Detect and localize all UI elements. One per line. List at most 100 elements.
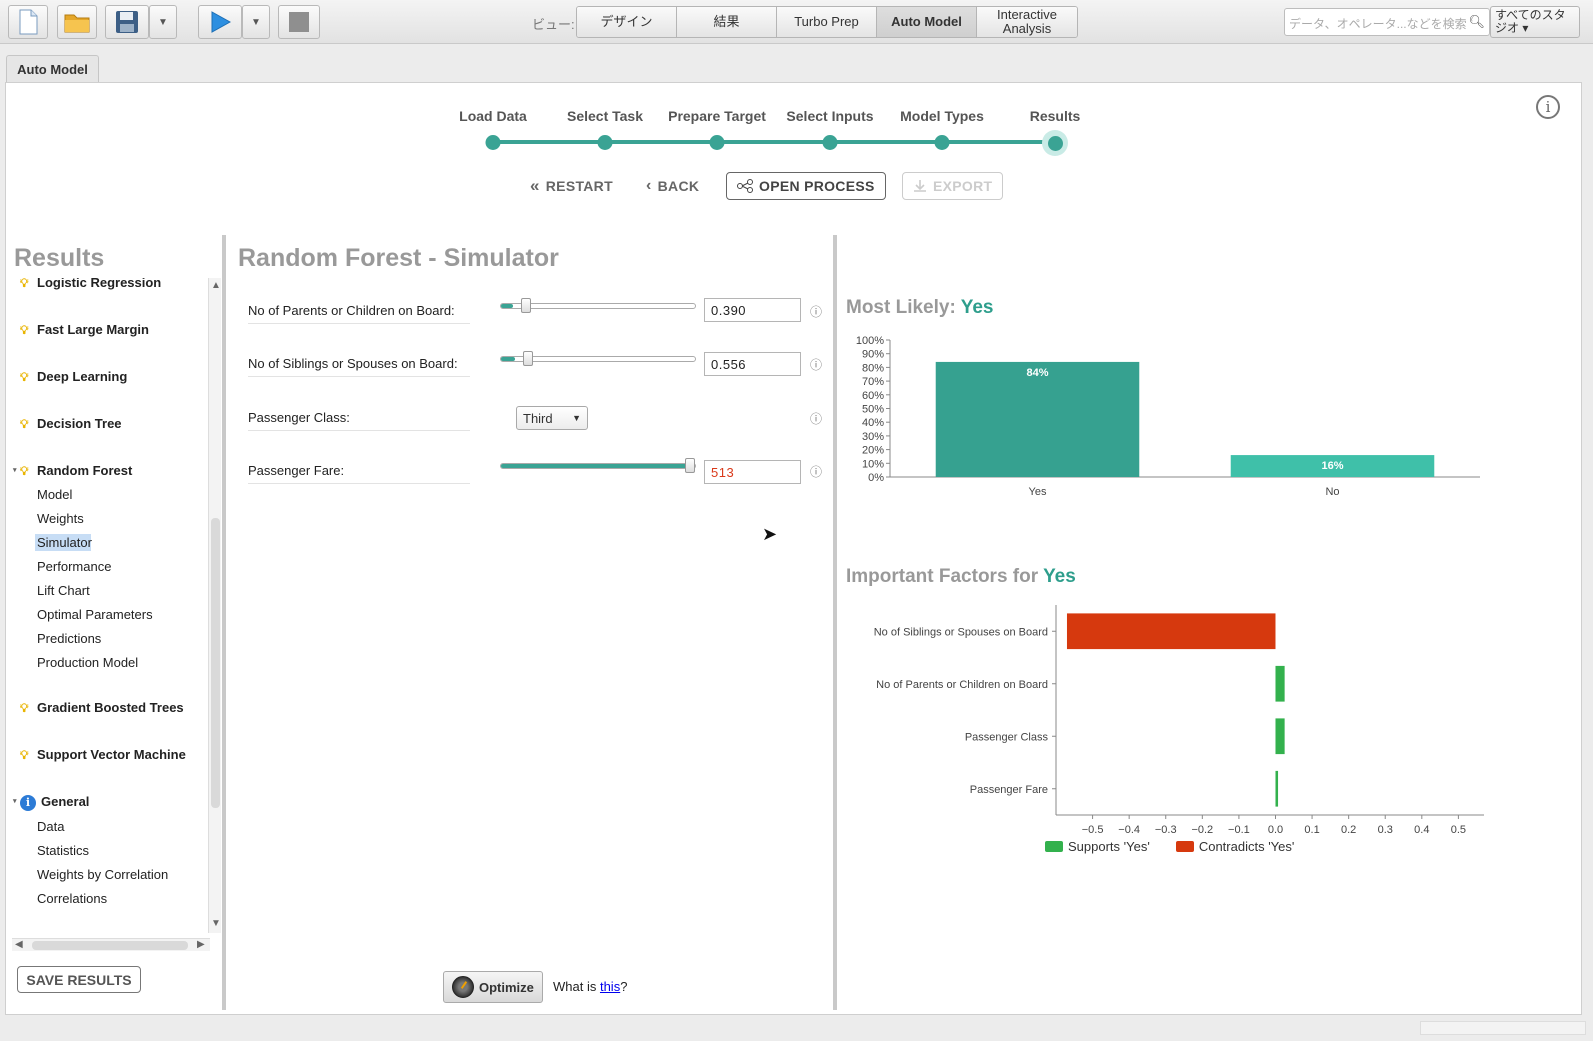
save-process-button[interactable] [105,5,149,39]
x-tick-label: 0.3 [1378,824,1393,836]
result-deep-learning[interactable]: 💡︎ Deep Learning [20,369,208,385]
view-tab-design[interactable]: デザイン [577,7,677,37]
expand-triangle-icon[interactable]: ▾ [13,797,17,805]
value-field-siblings-spouses[interactable]: 0.556 [704,352,801,376]
stop-process-button[interactable] [278,5,320,39]
result-fast-large-margin[interactable]: 💡︎ Fast Large Margin [20,322,208,338]
back-button[interactable]: ‹ BACK [646,172,699,200]
factor-bar [1275,770,1279,807]
step-label-prepare-target[interactable]: Prepare Target [668,108,766,124]
run-process-button[interactable] [198,5,242,39]
left-splitter[interactable] [222,235,226,1010]
open-process-action-button[interactable]: OPEN PROCESS [726,172,886,200]
info-icon[interactable]: ⓘ [810,303,822,320]
results-heading: Results [14,244,105,272]
center-splitter[interactable] [833,235,837,1010]
slider-passenger-fare[interactable] [500,458,696,473]
scroll-up-arrow-icon[interactable]: ▲ [211,280,221,291]
slider-siblings-spouses[interactable] [500,351,696,366]
info-icon[interactable]: ⓘ [810,463,822,480]
result-general[interactable]: ▾ i General [13,794,208,811]
optimize-button[interactable]: Optimize [443,971,543,1003]
step-label-model-types[interactable]: Model Types [900,108,984,124]
result-logistic-regression[interactable]: 💡︎ Logistic Regression [20,278,208,291]
factors-legend: Supports 'Yes' Contradicts 'Yes' [1045,839,1294,854]
tab-auto-model[interactable]: Auto Model [6,55,99,83]
save-results-button[interactable]: SAVE RESULTS [17,966,141,993]
scroll-right-arrow-icon[interactable]: ▶ [197,939,205,950]
view-tab-turbo-prep[interactable]: Turbo Prep [777,7,877,37]
chevron-down-icon: ▼ [158,16,168,28]
result-rf-predictions[interactable]: Predictions [35,630,208,647]
chevron-down-icon: ▼ [251,16,261,28]
lightbulb-icon: 💡︎ [20,278,29,290]
search-icon: 🔍︎ [1468,14,1485,29]
global-search-input[interactable]: データ、オペレータ...などを検索 🔍︎ [1284,8,1490,36]
view-tab-interactive-analysis[interactable]: Interactive Analysis [977,7,1077,37]
result-random-forest[interactable]: ▾ 💡︎ Random Forest [13,463,208,479]
restart-button[interactable]: « RESTART [530,172,613,200]
result-rf-optimal-parameters[interactable]: Optimal Parameters [35,606,208,623]
result-general-weights-by-correlation[interactable]: Weights by Correlation [35,866,208,883]
value-field-parents-children[interactable]: 0.390 [704,298,801,322]
step-dot-select-task[interactable] [597,135,613,150]
step-label-load-data[interactable]: Load Data [459,108,527,124]
y-tick-label: 20% [862,445,884,457]
status-bar [1420,1021,1586,1035]
input-label-siblings-spouses: No of Siblings or Spouses on Board: [248,356,458,371]
slider-handle[interactable] [685,458,695,473]
result-rf-simulator[interactable]: Simulator [35,534,92,551]
scroll-left-arrow-icon[interactable]: ◀ [15,939,23,950]
what-is-prefix: What is [553,979,600,994]
step-dot-results[interactable] [1042,130,1068,156]
results-vertical-scrollbar[interactable]: ▲ ▼ [208,278,221,933]
help-info-icon[interactable]: i [1536,95,1560,119]
bar-yes [935,361,1140,477]
open-process-button[interactable] [57,5,97,39]
view-tab-results[interactable]: 結果 [677,7,777,37]
step-label-select-inputs[interactable]: Select Inputs [786,108,873,124]
step-dot-select-inputs[interactable] [822,135,838,150]
slider-fill [501,464,695,468]
result-rf-lift-chart[interactable]: Lift Chart [35,582,208,599]
results-tree: 💡︎ Logistic Regression 💡︎ Fast Large Margi… [12,278,208,933]
result-rf-weights[interactable]: Weights [35,510,208,527]
results-horizontal-scrollbar[interactable]: ◀ ▶ [12,938,210,951]
run-options-dropdown[interactable]: ▼ [242,5,270,39]
step-dot-model-types[interactable] [934,135,950,150]
scrollbar-thumb[interactable] [211,518,220,808]
slider-handle[interactable] [520,298,531,313]
scrollbar-thumb[interactable] [32,941,188,950]
result-general-statistics[interactable]: Statistics [35,842,208,859]
step-label-select-task[interactable]: Select Task [567,108,643,124]
value-field-passenger-fare[interactable]: 513 [704,460,801,484]
result-general-data[interactable]: Data [35,818,208,835]
input-label-passenger-class: Passenger Class: [248,410,350,425]
factor-label: Passenger Class [965,731,1049,743]
info-icon[interactable]: ⓘ [810,410,822,427]
chevron-down-icon: ▼ [572,413,581,423]
slider-handle[interactable] [522,351,533,366]
step-dot-load-data[interactable] [485,135,501,150]
result-rf-model[interactable]: Model [35,486,208,503]
scroll-down-arrow-icon[interactable]: ▼ [211,918,221,929]
result-rf-performance[interactable]: Performance [35,558,208,575]
view-tab-auto-model[interactable]: Auto Model [877,7,977,37]
passenger-class-select[interactable]: Third ▼ [516,406,588,430]
result-gradient-boosted-trees[interactable]: 💡︎ Gradient Boosted Trees [20,700,208,716]
export-button[interactable]: EXPORT [902,172,1004,200]
result-general-correlations[interactable]: Correlations [35,890,208,907]
result-decision-tree[interactable]: 💡︎ Decision Tree [20,416,208,432]
studio-scope-dropdown[interactable]: すべてのスタジオ ▾ [1490,6,1580,38]
result-support-vector-machine[interactable]: 💡︎ Support Vector Machine [20,747,208,763]
expand-triangle-icon[interactable]: ▾ [13,466,17,474]
slider-parents-children[interactable] [500,298,696,313]
step-dot-prepare-target[interactable] [709,135,725,150]
step-label-results[interactable]: Results [1030,108,1081,124]
view-label: ビュー: [532,17,575,32]
save-options-dropdown[interactable]: ▼ [149,5,177,39]
info-icon[interactable]: ⓘ [810,356,822,373]
result-rf-production-model[interactable]: Production Model [35,654,208,671]
what-is-this-link[interactable]: this [600,979,620,994]
new-process-button[interactable] [8,5,48,39]
